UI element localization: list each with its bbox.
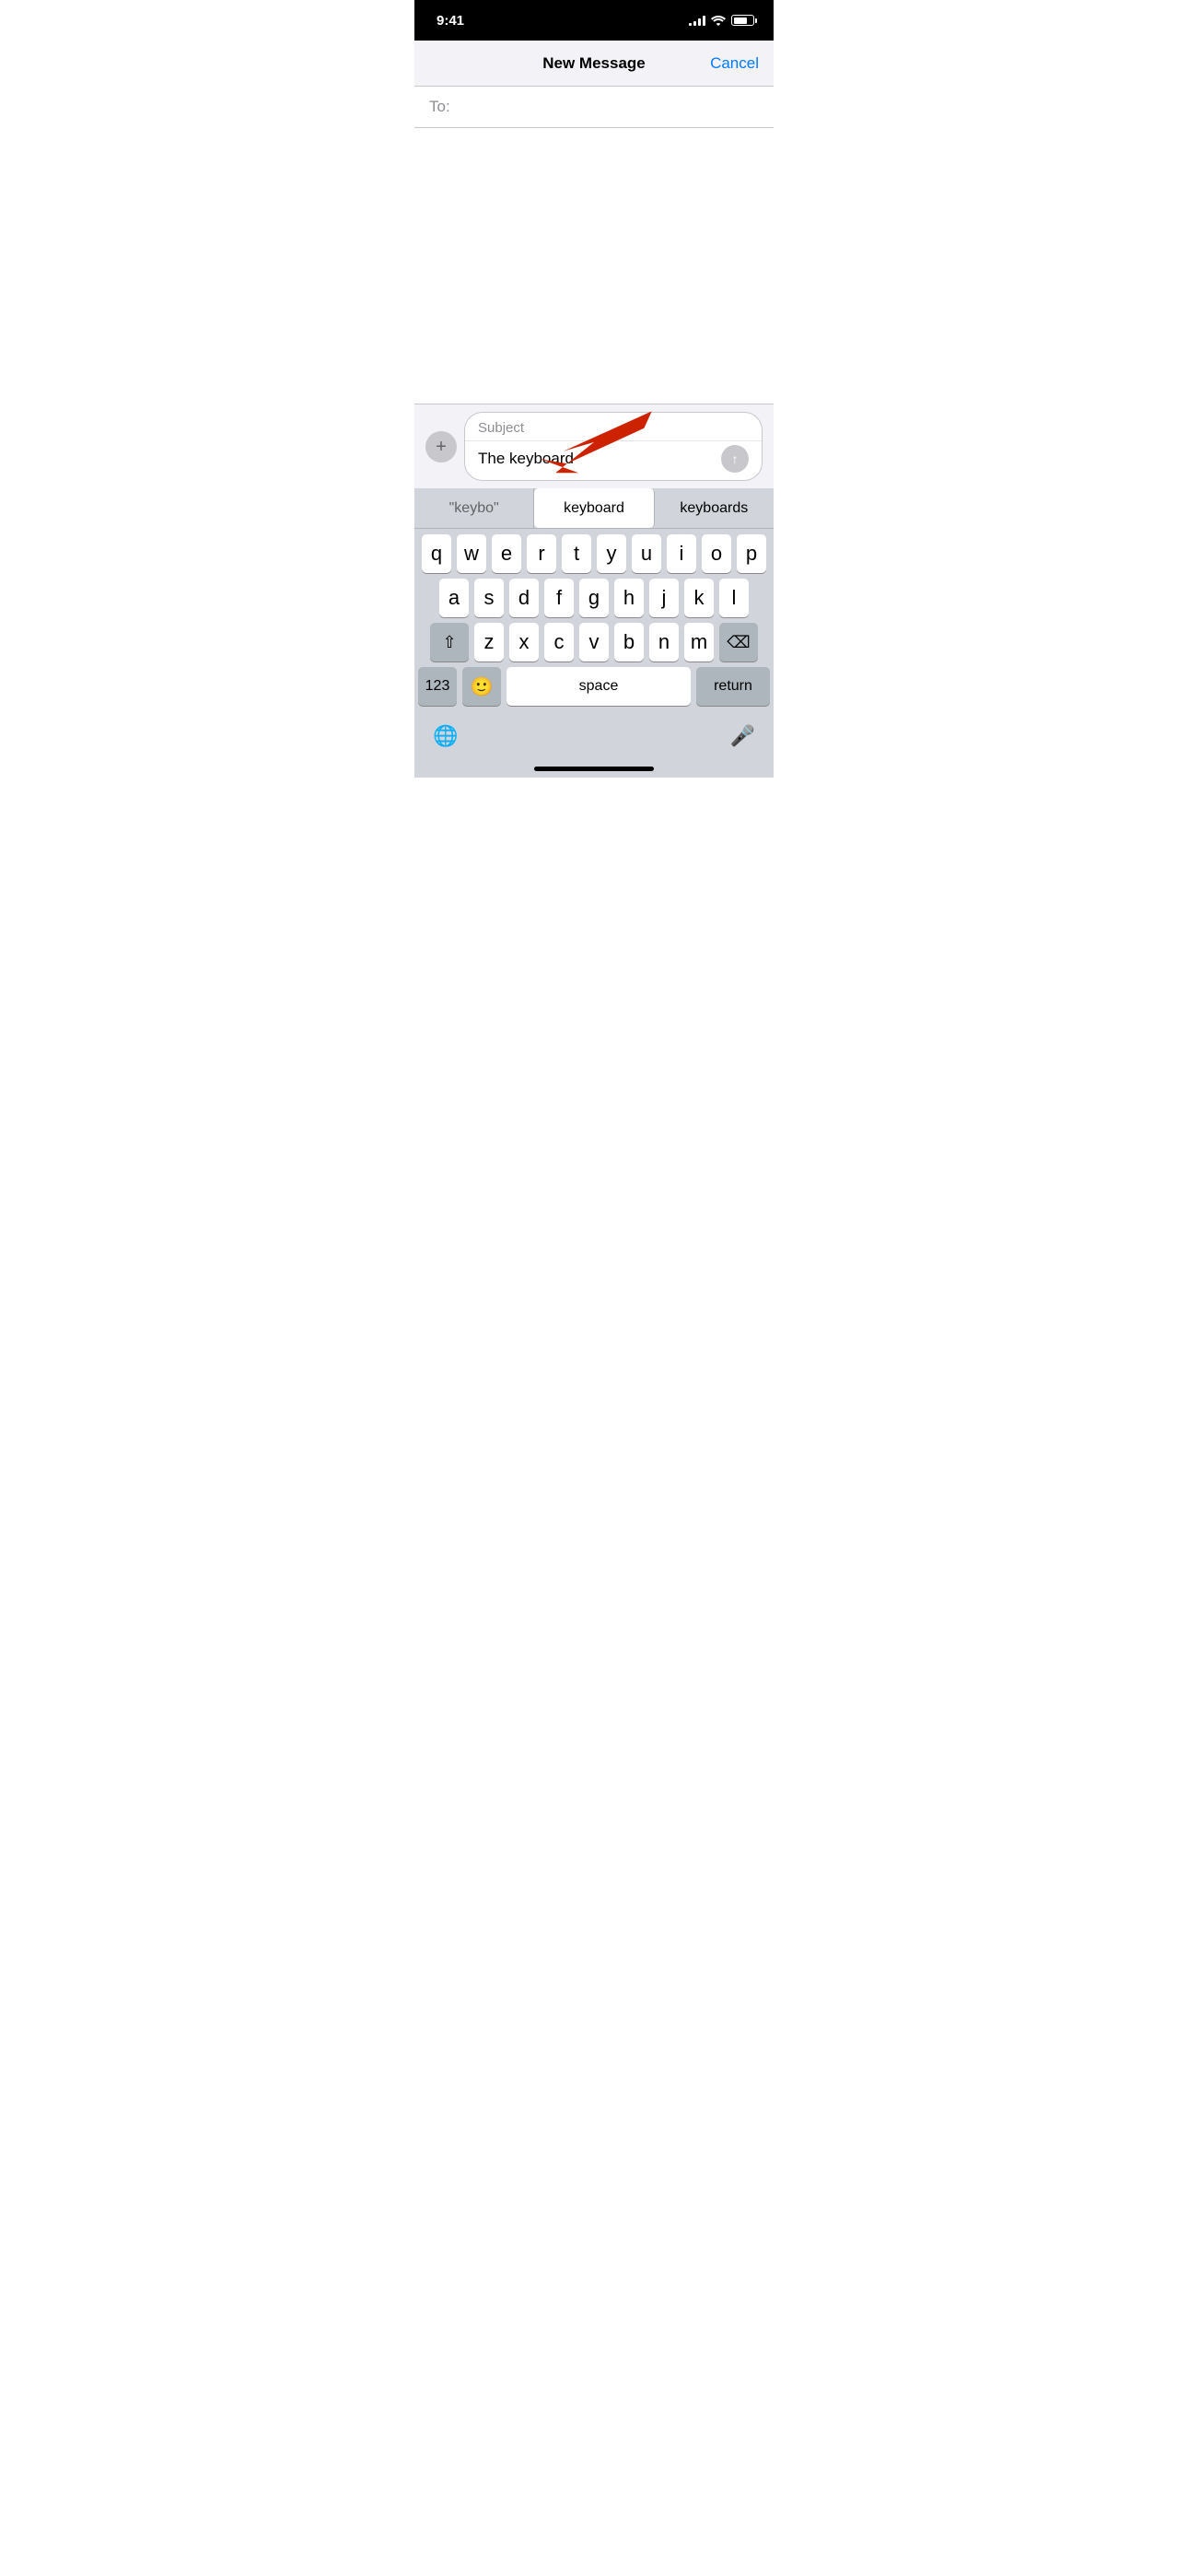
signal-icon	[689, 15, 705, 26]
key-v[interactable]: v	[579, 623, 609, 662]
key-m[interactable]: m	[684, 623, 714, 662]
key-d[interactable]: d	[509, 579, 539, 617]
key-x[interactable]: x	[509, 623, 539, 662]
key-q[interactable]: q	[422, 534, 451, 573]
key-r[interactable]: r	[527, 534, 556, 573]
subject-area[interactable]: Subject	[465, 413, 762, 441]
key-h[interactable]: h	[614, 579, 644, 617]
keyboard-row-4: 123 🙂 space return	[414, 662, 774, 713]
key-n[interactable]: n	[649, 623, 679, 662]
key-e[interactable]: e	[492, 534, 521, 573]
status-time: 9:41	[437, 13, 464, 29]
plus-icon: +	[436, 438, 447, 456]
key-p[interactable]: p	[737, 534, 766, 573]
keyboard-row-3: ⇧ z x c v b n m ⌫	[414, 617, 774, 662]
microphone-icon[interactable]: 🎤	[730, 724, 755, 748]
message-body[interactable]	[414, 128, 774, 404]
key-c[interactable]: c	[544, 623, 574, 662]
key-y[interactable]: y	[597, 534, 626, 573]
autocomplete-item-keyboards[interactable]: keyboards	[655, 488, 774, 528]
delete-key[interactable]: ⌫	[719, 623, 758, 662]
key-i[interactable]: i	[667, 534, 696, 573]
key-l[interactable]: l	[719, 579, 749, 617]
key-f[interactable]: f	[544, 579, 574, 617]
key-s[interactable]: s	[474, 579, 504, 617]
globe-icon[interactable]: 🌐	[433, 724, 458, 748]
space-key[interactable]: space	[507, 667, 691, 706]
send-button[interactable]: ↑	[721, 445, 749, 473]
cancel-button[interactable]: Cancel	[710, 54, 759, 73]
input-area-wrapper: + Subject The keyboard ↑	[414, 404, 774, 488]
key-w[interactable]: w	[457, 534, 486, 573]
to-field[interactable]: To:	[414, 87, 774, 128]
battery-icon	[731, 15, 757, 26]
key-u[interactable]: u	[632, 534, 661, 573]
wifi-icon	[711, 15, 726, 26]
key-t[interactable]: t	[562, 534, 591, 573]
status-bar: 9:41	[414, 0, 774, 41]
key-z[interactable]: z	[474, 623, 504, 662]
key-j[interactable]: j	[649, 579, 679, 617]
keyboard-bottom-bar: 🌐 🎤	[414, 713, 774, 759]
number-key[interactable]: 123	[418, 667, 457, 706]
keyboard-row-2: a s d f g h j k l	[414, 573, 774, 617]
home-indicator	[414, 759, 774, 778]
home-bar	[534, 767, 654, 771]
nav-bar: New Message Cancel	[414, 41, 774, 87]
to-label: To:	[429, 98, 450, 116]
add-button[interactable]: +	[425, 431, 457, 463]
return-key[interactable]: return	[696, 667, 770, 706]
key-k[interactable]: k	[684, 579, 714, 617]
message-text-row: The keyboard ↑	[465, 441, 762, 480]
key-b[interactable]: b	[614, 623, 644, 662]
screen: 9:41 New Message Cancel	[414, 0, 774, 778]
keyboard-row-1: q w e r t y u i o p	[414, 529, 774, 573]
autocomplete-item-quoted[interactable]: "keybo"	[414, 488, 534, 528]
subject-placeholder: Subject	[478, 420, 524, 436]
message-text: The keyboard	[478, 450, 574, 468]
message-input-area: + Subject The keyboard ↑	[414, 404, 774, 488]
shift-key[interactable]: ⇧	[430, 623, 469, 662]
emoji-key[interactable]: 🙂	[462, 667, 501, 706]
send-icon: ↑	[732, 452, 739, 465]
nav-title: New Message	[542, 54, 646, 73]
content-area: To: + Subject The keyboard ↑	[414, 87, 774, 488]
message-input-container[interactable]: Subject The keyboard ↑	[464, 412, 763, 481]
key-g[interactable]: g	[579, 579, 609, 617]
key-o[interactable]: o	[702, 534, 731, 573]
key-a[interactable]: a	[439, 579, 469, 617]
status-icons	[689, 15, 757, 26]
autocomplete-item-selected[interactable]: keyboard	[534, 488, 654, 528]
autocomplete-bar: "keybo" keyboard keyboards	[414, 488, 774, 529]
keyboard: q w e r t y u i o p a s d f g h j k l ⇧ …	[414, 529, 774, 778]
